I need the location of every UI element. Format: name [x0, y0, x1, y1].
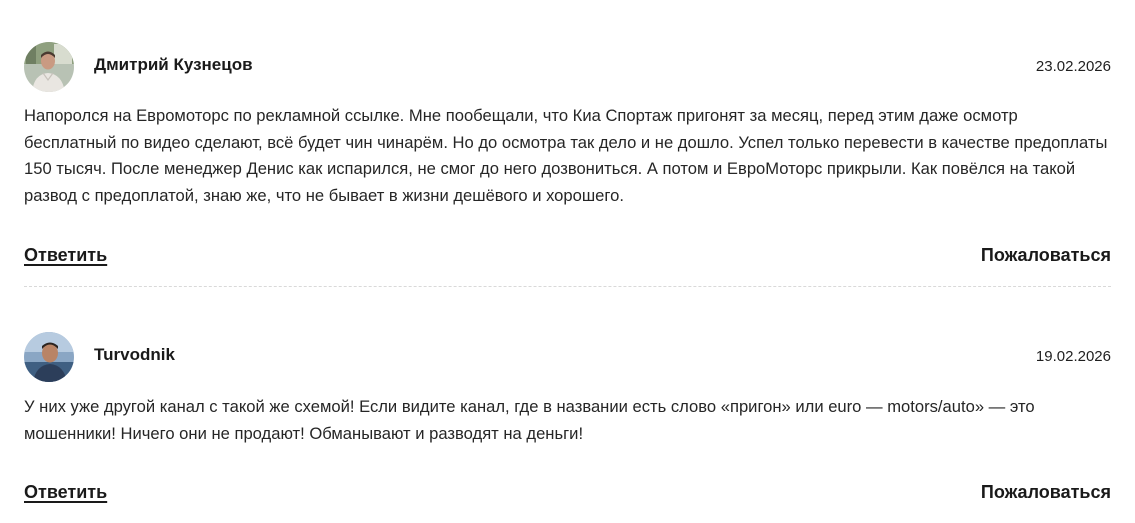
- reply-button[interactable]: Ответить: [24, 480, 107, 504]
- comment-text: У них уже другой канал с такой же схемой…: [24, 397, 1035, 443]
- avatar[interactable]: [24, 42, 74, 92]
- comment-date: 19.02.2026: [1035, 348, 1111, 365]
- comment-item: Дмитрий Кузнецов 23.02.2026 Напоролся на…: [24, 42, 1111, 265]
- comment-item: Turvodnik 19.02.2026 У них уже другой ка…: [24, 332, 1111, 502]
- reply-button[interactable]: Ответить: [24, 243, 107, 267]
- comment-header: Turvodnik 19.02.2026: [24, 332, 1111, 382]
- report-button[interactable]: Пожаловаться: [981, 480, 1111, 504]
- user-photo-icon: [24, 332, 74, 382]
- comment-header: Дмитрий Кузнецов 23.02.2026: [24, 42, 1111, 92]
- comment-actions: Ответить Пожаловаться: [24, 480, 1111, 504]
- comment-date: 23.02.2026: [1035, 58, 1111, 75]
- avatar[interactable]: [24, 332, 74, 382]
- comment-actions: Ответить Пожаловаться: [24, 243, 1111, 267]
- comment-author[interactable]: Дмитрий Кузнецов: [94, 55, 253, 75]
- comment-text: Напоролся на Евромоторс по рекламной ссы…: [24, 106, 1108, 205]
- user-photo-icon: [24, 42, 74, 92]
- comment-divider: [24, 286, 1111, 287]
- comment-author[interactable]: Turvodnik: [94, 345, 175, 365]
- report-button[interactable]: Пожаловаться: [981, 243, 1111, 267]
